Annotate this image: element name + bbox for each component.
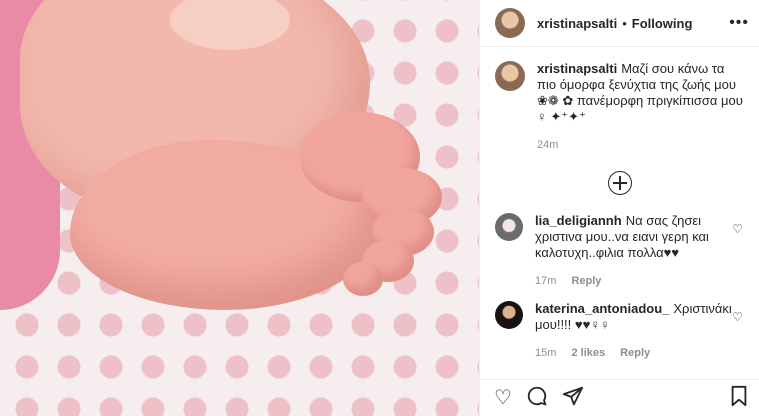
author-avatar[interactable] (495, 8, 525, 38)
bookmark-icon[interactable] (729, 385, 749, 411)
comment-like-heart-icon[interactable]: ♡ (732, 309, 743, 325)
post-header: xristinapsalti • Following ••• (480, 0, 759, 47)
caption-avatar[interactable] (495, 61, 525, 91)
reply-button[interactable]: Reply (571, 275, 601, 287)
post-actions: ♡ (480, 379, 759, 416)
caption-meta: 24m (537, 137, 745, 153)
paper-plane-icon[interactable] (562, 385, 584, 411)
comment-like-heart-icon[interactable]: ♡ (732, 221, 743, 237)
post-photo[interactable] (0, 0, 479, 416)
post-caption: xristinapsalti Μαζί σου κάνω τα πιο όμορφ… (495, 61, 745, 153)
comment-item: katerina_antoniadou_ Χριστινάκι μου!!!! ♥… (495, 301, 745, 361)
commenter-avatar[interactable] (495, 301, 523, 329)
caption-time[interactable]: 24m (537, 139, 558, 151)
more-options-icon[interactable]: ••• (729, 14, 749, 32)
load-more-comments-icon[interactable] (608, 171, 632, 195)
commenter-avatar[interactable] (495, 213, 523, 241)
comment-likes[interactable]: 2 likes (571, 347, 605, 359)
heart-outline-icon[interactable]: ♡ (494, 388, 512, 408)
comments-section: xristinapsalti Μαζί σου κάνω τα πιο όμορφ… (480, 47, 759, 379)
caption-username[interactable]: xristinapsalti (537, 61, 617, 76)
commenter-username[interactable]: lia_deligiannh (535, 213, 622, 228)
author-username[interactable]: xristinapsalti (537, 16, 617, 31)
separator-dot: • (622, 15, 627, 31)
comment-item: lia_deligiannh Να σας ζησει χριστινα μου.… (495, 213, 745, 289)
reply-button[interactable]: Reply (620, 347, 650, 359)
commenter-username[interactable]: katerina_antoniadou_ (535, 301, 669, 316)
following-button[interactable]: Following (632, 16, 693, 31)
toe (343, 262, 383, 296)
comment-meta: 15m 2 likes Reply (535, 345, 732, 361)
comment-time[interactable]: 17m (535, 275, 556, 287)
comment-time[interactable]: 15m (535, 347, 556, 359)
comment-icon[interactable] (526, 385, 548, 411)
comment-meta: 17m Reply (535, 273, 723, 289)
instagram-post: xristinapsalti • Following ••• xristinap… (0, 0, 759, 416)
post-sidebar: xristinapsalti • Following ••• xristinap… (479, 0, 759, 416)
